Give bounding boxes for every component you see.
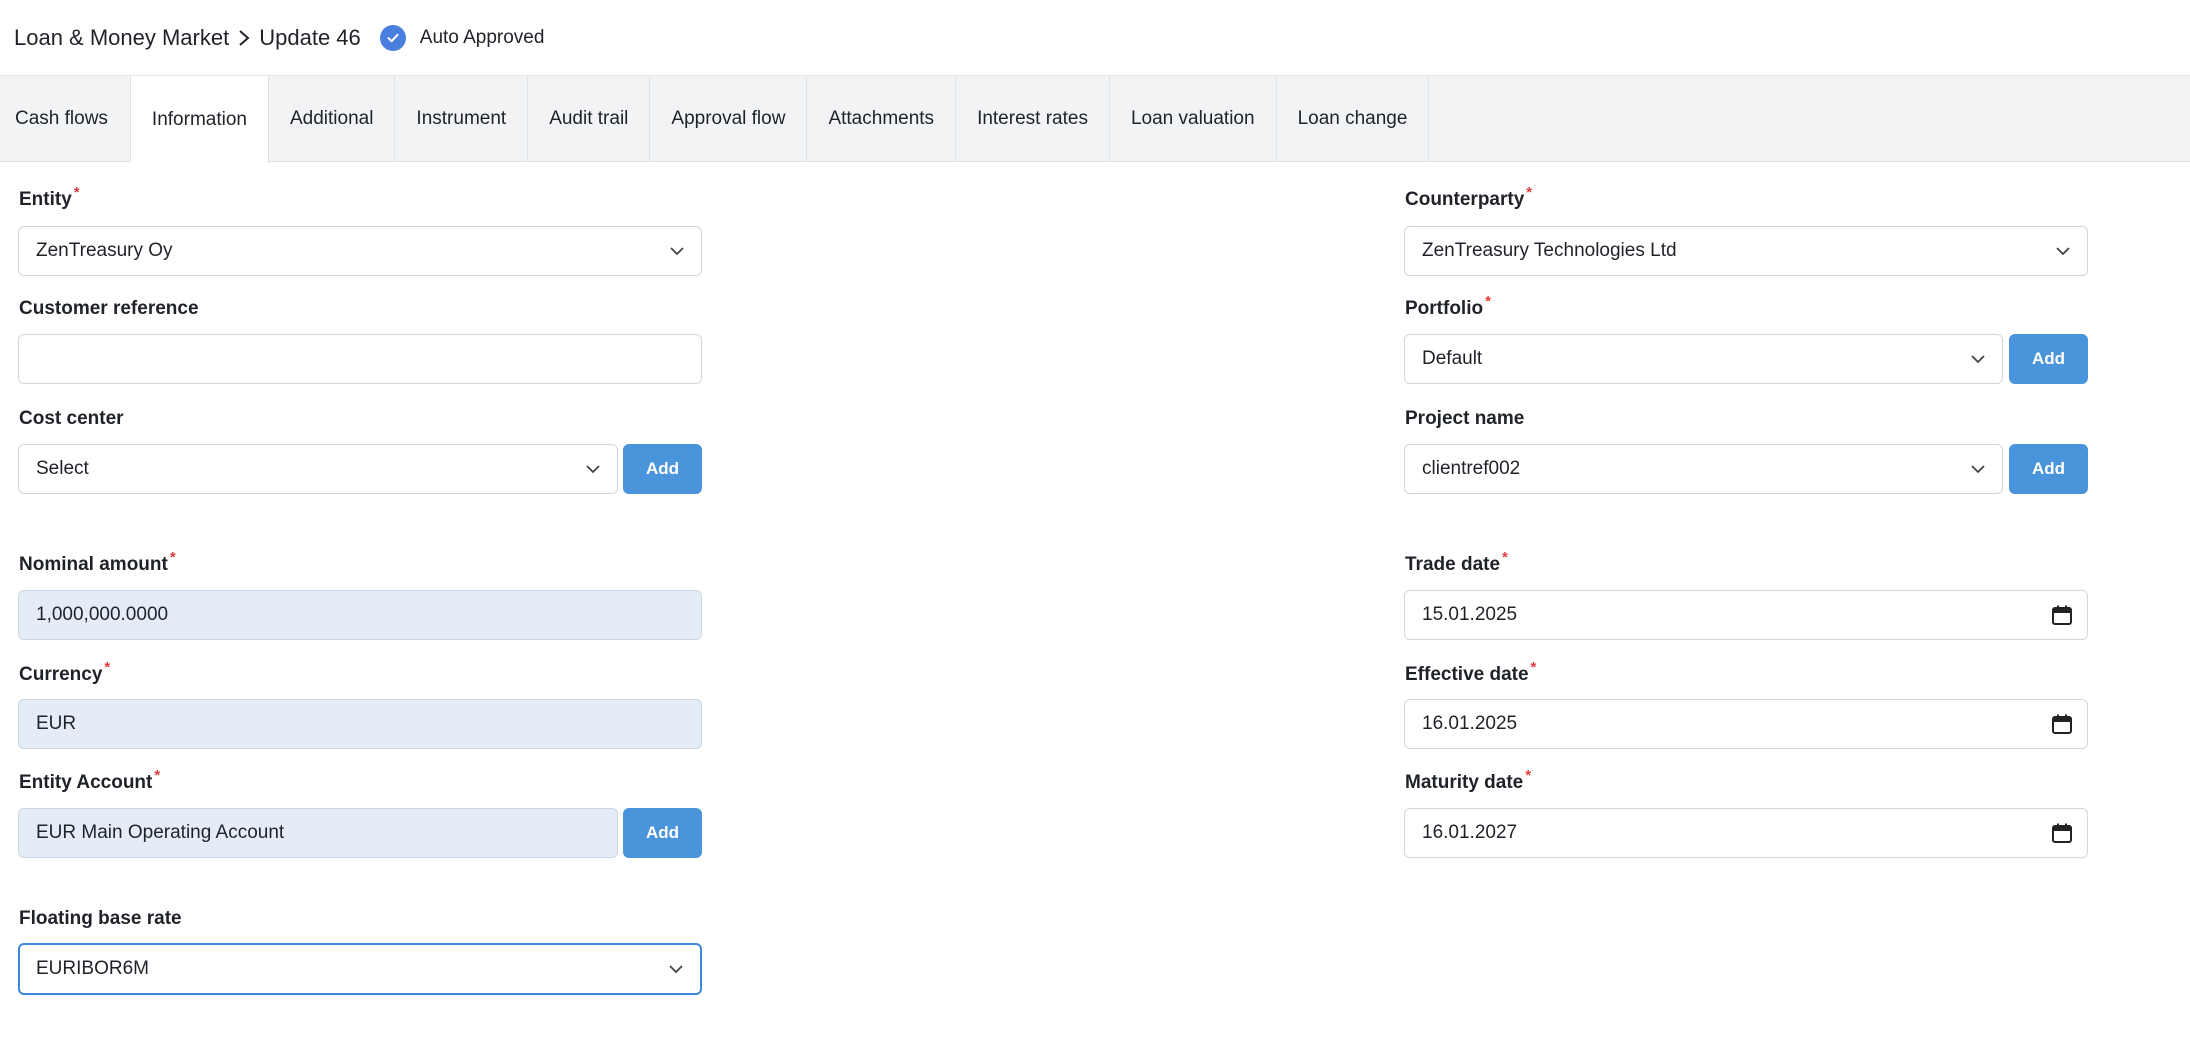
entity-account-input[interactable]: EUR Main Operating Account xyxy=(18,808,618,858)
counterparty-label: Counterparty * xyxy=(1405,184,1533,210)
project-name-label: Project name xyxy=(1405,408,1525,429)
add-portfolio-button[interactable]: Add xyxy=(2009,334,2088,384)
tab-attachments[interactable]: Attachments xyxy=(807,76,957,162)
status-badge: Auto Approved xyxy=(379,24,545,51)
required-marker: * xyxy=(169,549,176,566)
cost-center-value: Select xyxy=(36,458,89,479)
nominal-amount-value: 1,000,000.0000 xyxy=(36,604,169,625)
check-circle-icon xyxy=(379,24,406,51)
customer-reference-label: Customer reference xyxy=(19,298,199,319)
trade-date-value: 15.01.2025 xyxy=(1422,604,1518,625)
project-name-select[interactable]: clientref002 xyxy=(1404,444,2003,494)
floating-base-rate-value: EURIBOR6M xyxy=(36,958,149,979)
portfolio-label: Portfolio * xyxy=(1405,293,1491,319)
chevron-down-icon xyxy=(2056,247,2070,256)
tab-loan-valuation[interactable]: Loan valuation xyxy=(1110,76,1277,162)
cost-center-label: Cost center xyxy=(19,408,124,429)
required-marker: * xyxy=(1530,659,1537,676)
tab-information[interactable]: Information xyxy=(130,76,269,163)
maturity-date-value: 16.01.2027 xyxy=(1422,822,1518,843)
chevron-down-icon xyxy=(586,465,600,474)
currency-label: Currency * xyxy=(19,659,111,685)
calendar-icon[interactable] xyxy=(2051,822,2073,844)
chevron-down-icon xyxy=(669,965,683,974)
calendar-icon[interactable] xyxy=(2051,713,2073,735)
cost-center-select[interactable]: Select xyxy=(18,444,618,494)
portfolio-select[interactable]: Default xyxy=(1404,334,2003,384)
tab-loan-change[interactable]: Loan change xyxy=(1277,76,1430,162)
required-marker: * xyxy=(1526,184,1533,201)
required-marker: * xyxy=(154,767,161,784)
counterparty-value: ZenTreasury Technologies Ltd xyxy=(1422,240,1677,261)
add-cost-center-button[interactable]: Add xyxy=(623,444,702,494)
breadcrumb-section[interactable]: Loan & Money Market xyxy=(14,25,229,51)
add-project-name-button[interactable]: Add xyxy=(2009,444,2088,494)
tab-approval-flow[interactable]: Approval flow xyxy=(650,76,808,162)
page-header: Loan & Money Market Update 46 Auto Appro… xyxy=(0,0,2190,76)
tab-instrument[interactable]: Instrument xyxy=(395,76,529,162)
effective-date-value: 16.01.2025 xyxy=(1422,713,1518,734)
required-marker: * xyxy=(104,659,111,676)
customer-reference-input[interactable] xyxy=(18,334,702,384)
entity-label: Entity * xyxy=(19,184,80,210)
chevron-right-icon xyxy=(229,29,259,47)
calendar-icon[interactable] xyxy=(2051,604,2073,626)
status-label: Auto Approved xyxy=(419,26,545,48)
entity-select[interactable]: ZenTreasury Oy xyxy=(18,226,702,276)
nominal-amount-label: Nominal amount * xyxy=(19,549,176,575)
tab-cash-flows[interactable]: Cash flows xyxy=(0,76,131,162)
effective-date-input[interactable]: 16.01.2025 xyxy=(1404,699,2088,749)
counterparty-select[interactable]: ZenTreasury Technologies Ltd xyxy=(1404,226,2088,276)
entity-account-value: EUR Main Operating Account xyxy=(36,822,285,843)
tab-bar: Cash flows Information Additional Instru… xyxy=(0,76,2190,163)
maturity-date-label: Maturity date * xyxy=(1405,767,1532,793)
tab-additional[interactable]: Additional xyxy=(269,76,396,162)
currency-input[interactable]: EUR xyxy=(18,699,702,749)
project-name-value: clientref002 xyxy=(1422,458,1521,479)
chevron-down-icon xyxy=(1971,465,1985,474)
entity-account-label: Entity Account * xyxy=(19,767,161,793)
add-entity-account-button[interactable]: Add xyxy=(623,808,702,858)
required-marker: * xyxy=(73,184,80,201)
trade-date-label: Trade date * xyxy=(1405,549,1508,575)
chevron-down-icon xyxy=(670,247,684,256)
effective-date-label: Effective date * xyxy=(1405,659,1537,685)
floating-base-rate-select[interactable]: EURIBOR6M xyxy=(18,943,702,995)
entity-value: ZenTreasury Oy xyxy=(36,240,173,261)
portfolio-value: Default xyxy=(1422,348,1483,369)
nominal-amount-input[interactable]: 1,000,000.0000 xyxy=(18,590,702,640)
required-marker: * xyxy=(1485,293,1491,310)
trade-date-input[interactable]: 15.01.2025 xyxy=(1404,590,2088,640)
maturity-date-input[interactable]: 16.01.2027 xyxy=(1404,808,2088,858)
breadcrumb-page: Update 46 xyxy=(259,24,361,50)
required-marker: * xyxy=(1525,767,1532,784)
chevron-down-icon xyxy=(1971,355,1985,364)
required-marker: * xyxy=(1502,549,1508,566)
tab-interest-rates[interactable]: Interest rates xyxy=(956,76,1110,162)
floating-base-rate-label: Floating base rate xyxy=(19,908,182,929)
currency-value: EUR xyxy=(36,713,77,734)
tab-audit-trail[interactable]: Audit trail xyxy=(528,76,651,162)
